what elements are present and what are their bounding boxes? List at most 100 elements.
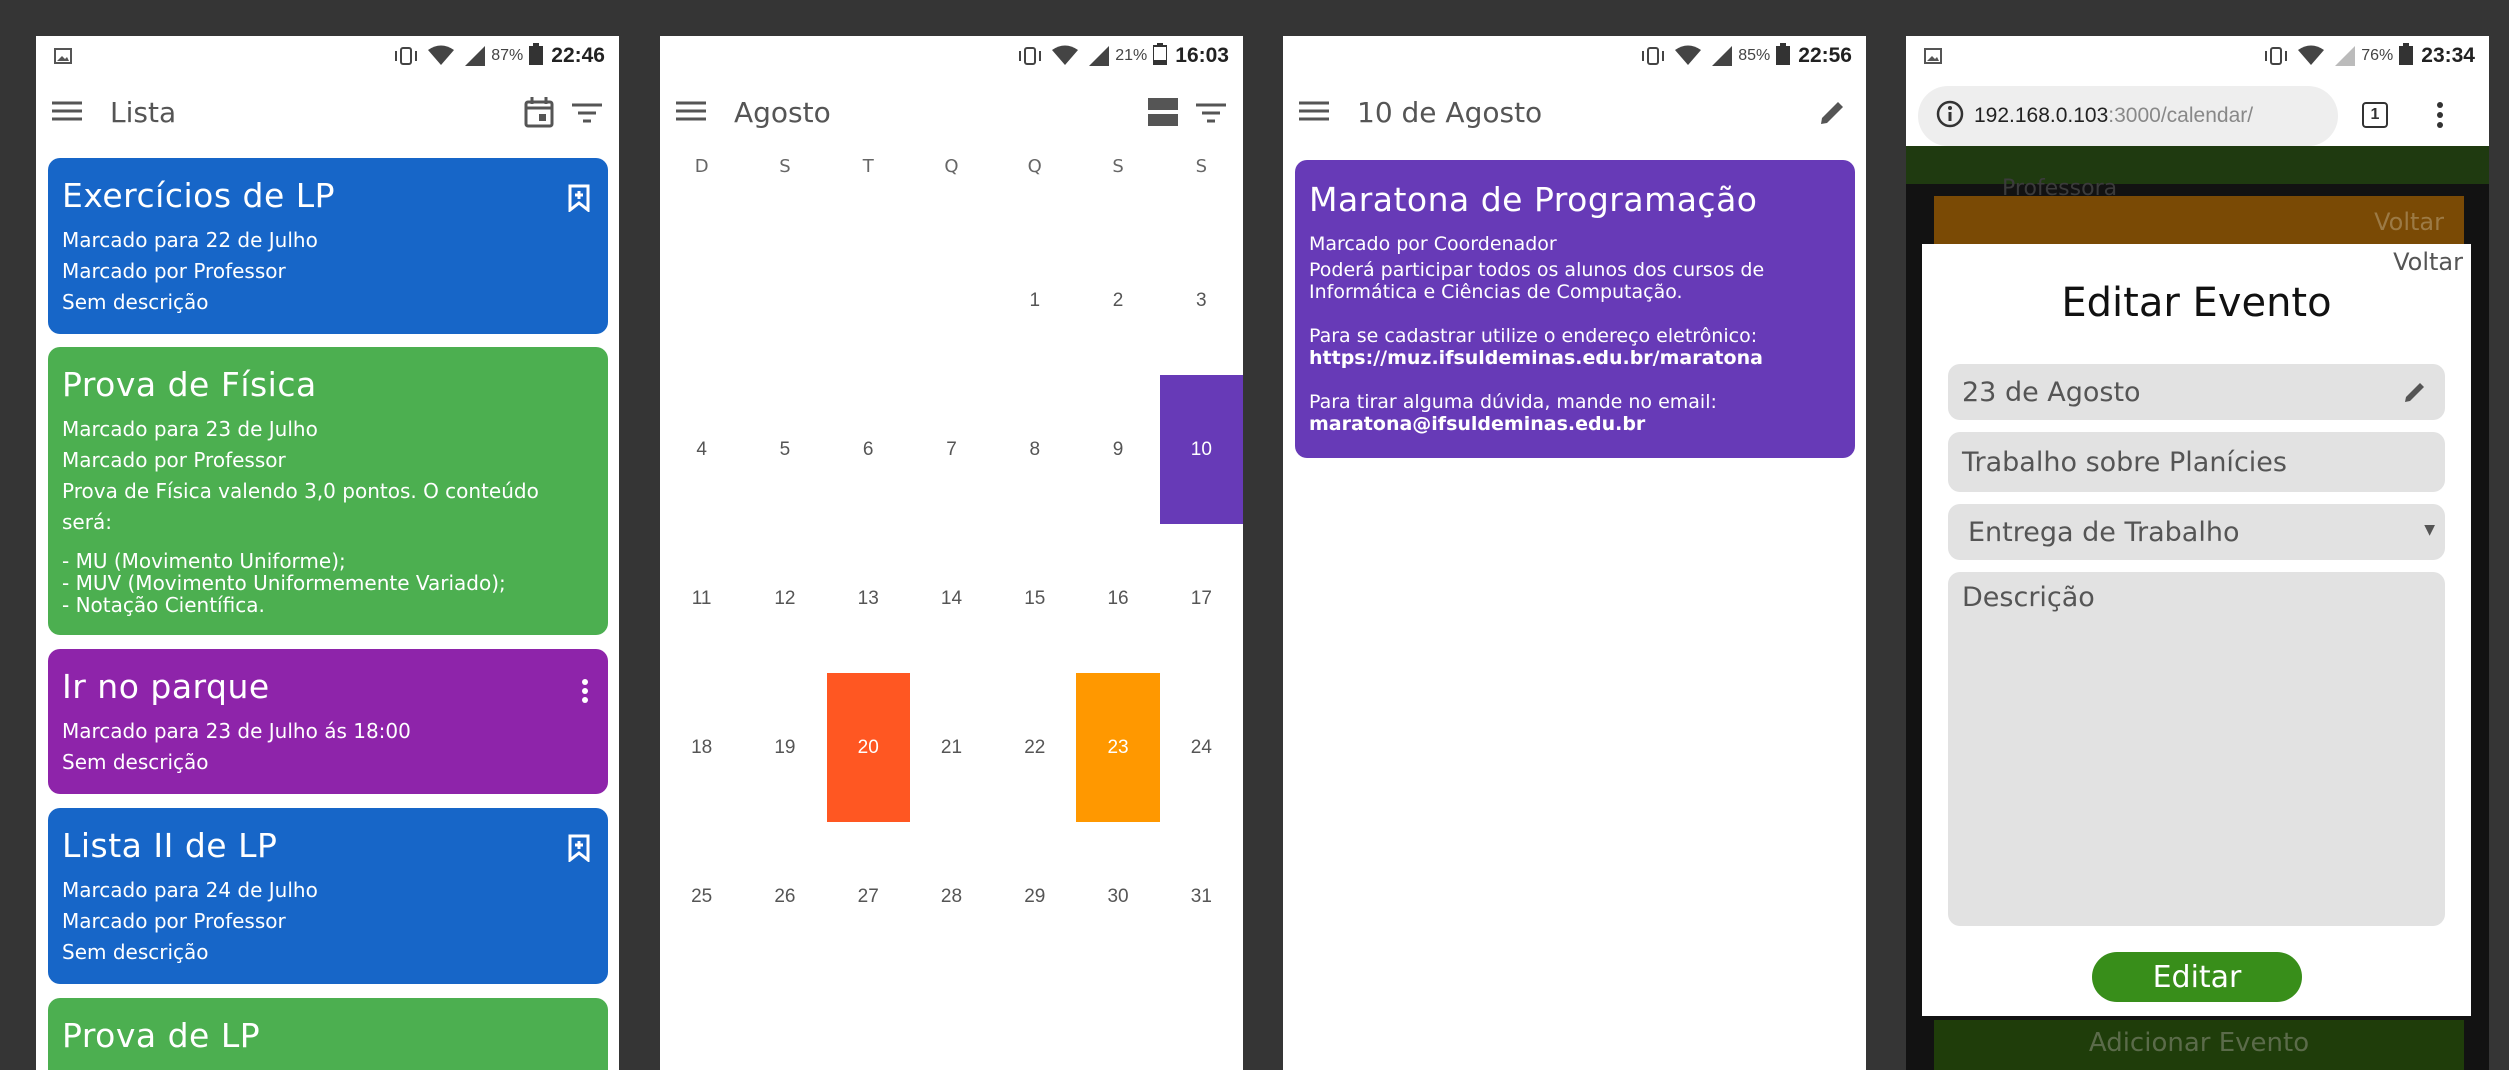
calendar-day[interactable]: 25 bbox=[660, 822, 743, 971]
event-card-line: - MUV (Movimento Uniformemente Variado); bbox=[62, 571, 506, 595]
event-card-line: Marcado para 23 de Julho bbox=[62, 417, 318, 441]
event-signup-link[interactable]: https://muz.ifsuldeminas.edu.br/maratona bbox=[1309, 347, 1841, 369]
calendar-day[interactable]: 24 bbox=[1160, 673, 1243, 822]
event-card[interactable]: Ir no parque Marcado para 23 de Julho ás… bbox=[48, 649, 608, 794]
calendar-day[interactable]: 20 bbox=[826, 673, 910, 822]
calendar-day[interactable]: 2 bbox=[1076, 226, 1159, 375]
calendar-day[interactable]: 28 bbox=[910, 822, 993, 971]
browser-menu-icon[interactable] bbox=[2437, 102, 2443, 132]
edit-icon[interactable] bbox=[1819, 98, 1847, 126]
event-card[interactable]: Prova de LP bbox=[48, 998, 608, 1070]
modal-title: Editar Evento bbox=[2061, 280, 2332, 326]
calendar-day[interactable]: 15 bbox=[993, 524, 1076, 673]
calendar-day[interactable]: 6 bbox=[827, 375, 910, 524]
status-bar: 87% 22:46 bbox=[36, 36, 619, 76]
weekday-label: Q bbox=[1027, 156, 1042, 177]
calendar-day[interactable]: 19 bbox=[743, 673, 826, 822]
event-card-line: Marcado por Professor bbox=[62, 448, 286, 472]
date-field[interactable]: 23 de Agosto bbox=[1948, 364, 2445, 420]
calendar-day[interactable]: 29 bbox=[993, 822, 1076, 971]
event-card-title: Lista II de LP bbox=[62, 826, 278, 865]
calendar-day[interactable]: 26 bbox=[743, 822, 826, 971]
title-input[interactable]: Trabalho sobre Planícies bbox=[1948, 432, 2445, 492]
calendar-day[interactable]: 8 bbox=[993, 375, 1076, 524]
calendar-day[interactable]: 10 bbox=[1159, 375, 1243, 524]
calendar-day[interactable] bbox=[743, 226, 826, 375]
filter-icon[interactable] bbox=[572, 102, 602, 124]
event-marked-by: Marcado por Coordenador bbox=[1309, 233, 1557, 255]
page-title: Agosto bbox=[734, 95, 831, 129]
calendar-day[interactable]: 3 bbox=[1160, 226, 1243, 375]
more-vertical-icon[interactable] bbox=[582, 679, 588, 707]
calendar-day[interactable] bbox=[660, 226, 743, 375]
event-card-title: Prova de Física bbox=[62, 365, 317, 404]
calendar-day[interactable]: 22 bbox=[993, 673, 1076, 822]
tab-count-button[interactable]: 1 bbox=[2362, 102, 2388, 128]
calendar-day[interactable] bbox=[910, 226, 993, 375]
menu-icon[interactable] bbox=[1299, 100, 1329, 126]
vibrate-icon bbox=[393, 46, 419, 66]
calendar-day[interactable]: 7 bbox=[910, 375, 993, 524]
menu-icon[interactable] bbox=[676, 100, 706, 126]
calendar-day[interactable]: 21 bbox=[910, 673, 993, 822]
calendar-day[interactable]: 17 bbox=[1160, 524, 1243, 673]
calendar-day[interactable]: 11 bbox=[660, 524, 743, 673]
event-contact-email[interactable]: maratona@ifsuldeminas.edu.br bbox=[1309, 413, 1841, 435]
description-textarea[interactable]: Descrição bbox=[1948, 572, 2445, 926]
weekday-label: T bbox=[862, 156, 874, 177]
calendar-day[interactable]: 1 bbox=[993, 226, 1076, 375]
calendar-day[interactable]: 31 bbox=[1160, 822, 1243, 971]
edit-submit-button[interactable]: Editar bbox=[2092, 952, 2302, 1002]
address-bar[interactable]: 192.168.0.103 :3000/calendar/ bbox=[1918, 86, 2338, 146]
event-description-line: Informática e Ciências de Computação. bbox=[1309, 281, 1683, 303]
cellular-signal-icon bbox=[2333, 45, 2357, 67]
app-bar: Agosto bbox=[660, 76, 1243, 148]
filter-icon[interactable] bbox=[1196, 102, 1226, 124]
weekday-label: S bbox=[779, 156, 791, 177]
calendar-grid: 1 2 3 4 5 6 7 8 9 10 11 12 13 14 15 16 1… bbox=[660, 226, 1243, 971]
app-bar: Lista bbox=[36, 76, 619, 148]
calendar-day[interactable]: 9 bbox=[1076, 375, 1159, 524]
event-signup-text: Para se cadastrar utilize o endereço ele… bbox=[1309, 325, 1758, 347]
event-card-line: Marcado por Professor bbox=[62, 259, 286, 283]
calendar-day[interactable]: 18 bbox=[660, 673, 743, 822]
phone-screen-event-detail: 85% 22:56 10 de Agosto Maratona de Progr… bbox=[1283, 36, 1866, 1070]
bookmark-add-icon[interactable] bbox=[568, 834, 590, 866]
event-card[interactable]: Prova de Física Marcado para 23 de Julho… bbox=[48, 347, 608, 635]
background-text: Professora bbox=[2002, 176, 2118, 201]
battery-icon bbox=[1152, 42, 1169, 70]
event-card-line: Prova de Física valendo 3,0 pontos. O co… bbox=[62, 479, 539, 534]
wifi-icon bbox=[1674, 45, 1702, 67]
calendar-day[interactable]: 13 bbox=[827, 524, 910, 673]
calendar-day[interactable]: 30 bbox=[1076, 822, 1159, 971]
calendar-day[interactable]: 5 bbox=[743, 375, 826, 524]
event-title: Maratona de Programação bbox=[1309, 180, 1758, 219]
modal-back-link[interactable]: Voltar bbox=[2393, 248, 2463, 276]
battery-percent: 76% bbox=[2361, 47, 2394, 64]
calendar-icon[interactable] bbox=[524, 96, 554, 128]
image-notification-icon bbox=[1924, 48, 1942, 69]
calendar-day[interactable]: 14 bbox=[910, 524, 993, 673]
type-select[interactable]: Entrega de Trabalho ▼ bbox=[1948, 504, 2445, 560]
vibrate-icon bbox=[2263, 46, 2289, 66]
event-card[interactable]: Lista II de LP Marcado para 24 de Julho … bbox=[48, 808, 608, 984]
calendar-day[interactable]: 16 bbox=[1076, 524, 1159, 673]
background-back-label: Voltar bbox=[2374, 208, 2444, 236]
battery-icon bbox=[529, 42, 544, 70]
calendar-week: 1 2 3 bbox=[660, 226, 1243, 375]
date-value: 23 de Agosto bbox=[1962, 376, 2141, 408]
event-card-title: Exercícios de LP bbox=[62, 176, 336, 215]
calendar-day[interactable]: 27 bbox=[827, 822, 910, 971]
menu-icon[interactable] bbox=[52, 100, 82, 126]
calendar-day[interactable]: 4 bbox=[660, 375, 743, 524]
bookmark-add-icon[interactable] bbox=[568, 184, 590, 216]
calendar-day[interactable] bbox=[827, 226, 910, 375]
calendar-day[interactable]: 23 bbox=[1076, 673, 1160, 822]
calendar-day[interactable]: 12 bbox=[743, 524, 826, 673]
event-card[interactable]: Exercícios de LP Marcado para 22 de Julh… bbox=[48, 158, 608, 334]
info-icon[interactable] bbox=[1936, 100, 1964, 132]
status-time: 22:56 bbox=[1798, 44, 1852, 67]
edit-icon[interactable] bbox=[2403, 378, 2429, 411]
cellular-signal-icon bbox=[1087, 45, 1111, 67]
view-agenda-icon[interactable] bbox=[1148, 98, 1178, 126]
